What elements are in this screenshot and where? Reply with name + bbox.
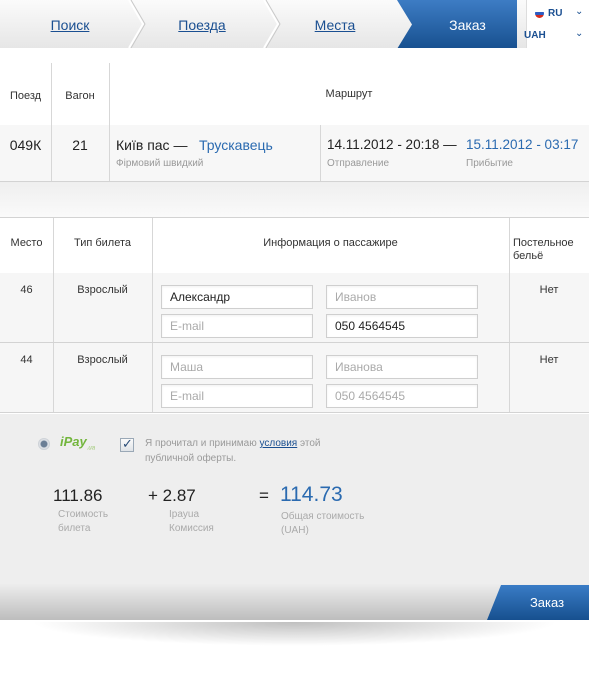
first-name-input[interactable] xyxy=(161,355,313,379)
payment-method-radio[interactable] xyxy=(38,438,50,450)
ipay-logo: iPay.ua xyxy=(60,434,95,452)
ticket-cost-label-line2: билета xyxy=(58,523,91,534)
step-order-current: Заказ xyxy=(449,17,486,33)
section-spacer xyxy=(0,182,589,218)
email-input[interactable] xyxy=(161,314,313,338)
last-name-input[interactable] xyxy=(326,285,478,309)
currency-selector[interactable]: UAH xyxy=(524,30,546,41)
commission-value: + 2.87 xyxy=(148,486,196,505)
seat-column-header: Место xyxy=(10,237,43,249)
column-divider xyxy=(320,125,321,181)
offer-text: Я прочитал и принимаю условия этой публи… xyxy=(145,436,365,466)
terms-link[interactable]: условия xyxy=(260,438,298,449)
russian-flag-icon xyxy=(535,9,544,18)
total-cost-label-line1: Общая стоимость xyxy=(281,511,365,522)
commission-label: Ipayua Комиссия xyxy=(169,508,214,536)
departure-station: Київ пас — xyxy=(116,137,188,153)
email-input[interactable] xyxy=(161,384,313,408)
total-cost-label-line2: (UAH) xyxy=(281,525,309,536)
step-search-link[interactable]: Поиск xyxy=(20,0,120,48)
departure-datetime: 14.11.2012 - 20:18 — xyxy=(327,137,457,152)
train-type: Фірмовий швидкий xyxy=(116,158,204,169)
step-trains-link[interactable]: Поезда xyxy=(152,0,252,48)
ticket-cost-label-line1: Стоимость xyxy=(58,509,109,520)
step-separator xyxy=(128,0,146,48)
commission-label-line1: Ipayua xyxy=(169,509,200,520)
column-divider xyxy=(152,273,153,342)
ticket-cost-value: 111.86 xyxy=(53,486,103,505)
arrival-datetime: 15.11.2012 - 03:17 xyxy=(466,137,579,152)
language-selector[interactable]: RU xyxy=(535,8,562,19)
bedding-column-header: Постельное бельё xyxy=(513,237,574,262)
ipay-logo-text: iPay xyxy=(60,434,87,449)
commission-label-line2: Комиссия xyxy=(169,523,214,534)
route-table-row: 049К 21 Київ пас — Трускавець Фірмовий ш… xyxy=(0,125,589,182)
step-seats-link[interactable]: Места xyxy=(285,0,385,48)
wagon-number: 21 xyxy=(72,137,88,153)
step-separator xyxy=(263,0,281,48)
ipay-logo-suffix: .ua xyxy=(86,445,96,452)
route-column-header: Маршрут xyxy=(325,88,373,100)
first-name-input[interactable] xyxy=(161,285,313,309)
departure-label: Отправление xyxy=(327,158,390,169)
bedding-value: Нет xyxy=(539,284,559,296)
wagon-column-header: Вагон xyxy=(65,90,95,102)
train-column-header: Поезд xyxy=(9,90,42,102)
route-table-header: Поезд Вагон Маршрут xyxy=(0,48,589,126)
bedding-value: Нет xyxy=(539,354,559,366)
language-currency-switcher[interactable]: RU ⌄ UAH ⌄ xyxy=(524,0,589,48)
ticket-type-column-header: Тип билета xyxy=(73,237,132,249)
ticket-type: Взрослый xyxy=(77,284,128,296)
total-cost-value: 114.73 xyxy=(280,483,343,506)
column-divider xyxy=(109,125,110,181)
ticket-cost-label: Стоимость билета xyxy=(58,508,108,536)
ticket-type: Взрослый xyxy=(77,354,128,366)
phone-input[interactable] xyxy=(326,384,478,408)
train-number: 049К xyxy=(9,137,42,153)
panel-shadow xyxy=(30,622,559,646)
phone-input[interactable] xyxy=(326,314,478,338)
chevron-down-icon: ⌄ xyxy=(575,28,584,39)
currency-value: UAH xyxy=(524,30,546,41)
chevron-down-icon: ⌄ xyxy=(575,6,584,17)
column-divider xyxy=(509,218,510,273)
passenger-info-column-header: Информация о пассажире xyxy=(263,237,398,249)
last-name-input[interactable] xyxy=(326,355,478,379)
arrival-label: Прибытие xyxy=(466,158,513,169)
offer-text-start: Я прочитал и принимаю xyxy=(145,438,260,449)
column-divider xyxy=(51,125,52,181)
equals-sign: = xyxy=(259,486,269,505)
seat-number: 46 xyxy=(20,284,33,296)
total-cost-label: Общая стоимость (UAH) xyxy=(281,510,364,538)
order-button-label[interactable]: Заказ xyxy=(505,585,589,620)
passenger-table-header: Место Тип билета Информация о пассажире … xyxy=(0,218,589,274)
accept-terms-checkbox[interactable] xyxy=(120,436,134,452)
seat-number: 44 xyxy=(20,354,33,366)
column-divider xyxy=(152,343,153,412)
arrival-station: Трускавець xyxy=(199,137,273,153)
